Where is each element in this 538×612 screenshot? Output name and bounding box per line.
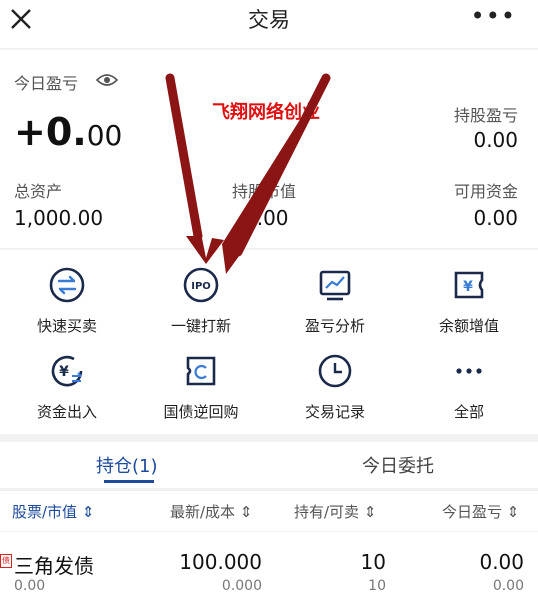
market-value-value: 0.00: [244, 206, 289, 230]
sort-icon: ⇕: [363, 503, 377, 521]
today-pnl-label: 今日盈亏: [14, 74, 79, 93]
action-fund-transfer[interactable]: ¥ 资金出入: [0, 352, 134, 422]
yen-transfer-icon: ¥: [51, 355, 83, 387]
tab-holdings[interactable]: 持仓(1): [96, 452, 158, 478]
position-tabs: 持仓(1) 今日委托: [0, 442, 538, 488]
bond-badge: 债: [0, 554, 12, 568]
today-pnl-value: +0.00: [14, 110, 123, 154]
today-pnl-sub: 0.00: [492, 578, 524, 594]
svg-text:IPO: IPO: [191, 281, 211, 292]
sort-icon: ⇕: [239, 503, 253, 521]
market-value: 0.00: [14, 578, 46, 594]
market-value-label: 持股市值: [232, 182, 297, 201]
column-header-stock[interactable]: 股票/市值 ⇕: [12, 501, 94, 522]
action-balance-growth[interactable]: ¥ 余额增值: [402, 266, 536, 336]
page-title: 交易: [248, 8, 290, 32]
ipo-icon: IPO: [183, 267, 219, 303]
action-trade-records[interactable]: 交易记录: [268, 352, 402, 422]
column-header-today-pnl[interactable]: 今日盈亏 ⇕: [442, 501, 519, 522]
holdings-table-header: 股票/市值 ⇕ 最新/成本 ⇕ 持有/可卖 ⇕ 今日盈亏 ⇕: [0, 490, 538, 531]
action-all[interactable]: 全部: [402, 352, 536, 422]
more-icon: [456, 368, 482, 374]
more-menu-icon[interactable]: •••: [471, 2, 516, 30]
table-row[interactable]: 债 三角发债 0.00 100.000 0.000 10 10 0.00 0.0…: [0, 532, 538, 612]
top-nav: 交易 •••: [0, 0, 538, 48]
chart-icon: [319, 270, 351, 301]
swap-icon: [49, 267, 85, 303]
latest-price: 100.000: [179, 550, 262, 574]
action-quick-trade[interactable]: 快速买卖: [0, 266, 134, 336]
action-label: 国债逆回购: [163, 403, 239, 421]
eye-icon[interactable]: [96, 72, 118, 88]
action-pnl-analysis[interactable]: 盈亏分析: [268, 266, 402, 336]
action-ipo[interactable]: IPO 一键打新: [134, 266, 268, 336]
action-label: 余额增值: [438, 317, 499, 335]
tab-today-orders[interactable]: 今日委托: [362, 452, 434, 478]
action-label: 全部: [453, 403, 484, 421]
action-label: 一键打新: [170, 317, 231, 335]
holding-pnl-value: 0.00: [473, 128, 518, 152]
sort-icon: ⇕: [506, 503, 520, 521]
watermark-text: 飞翔网络创业: [212, 102, 320, 123]
column-header-position[interactable]: 持有/可卖 ⇕: [294, 501, 376, 522]
svg-text:¥: ¥: [463, 279, 473, 295]
sort-icon: ⇕: [81, 503, 95, 521]
column-header-price[interactable]: 最新/成本 ⇕: [170, 501, 252, 522]
hold-quantity: 10: [360, 550, 386, 574]
account-summary: 今日盈亏 +0.00 飞翔网络创业 持股盈亏 0.00 总资产 1,000.00…: [0, 50, 538, 248]
yen-card-icon: ¥: [454, 271, 484, 299]
stock-name: 三角发债: [14, 554, 94, 578]
tab-active-indicator: [104, 480, 154, 483]
action-label: 快速买卖: [36, 317, 97, 335]
total-assets-label: 总资产: [14, 182, 63, 201]
today-pnl-cell: 0.00: [479, 550, 524, 574]
action-label: 资金出入: [36, 403, 97, 421]
clock-icon: [318, 354, 352, 388]
action-grid: 快速买卖 IPO 一键打新 盈亏分析 ¥ 余额增值 ¥ 资金出入 国债逆回购 交…: [0, 250, 538, 434]
action-reverse-repo[interactable]: 国债逆回购: [134, 352, 268, 422]
svg-text:¥: ¥: [59, 364, 69, 380]
sellable-quantity: 10: [368, 578, 386, 594]
holding-pnl-label: 持股盈亏: [453, 106, 518, 125]
total-assets-value: 1,000.00: [14, 206, 104, 230]
action-label: 盈亏分析: [304, 317, 365, 335]
cost-price: 0.000: [221, 578, 262, 594]
action-label: 交易记录: [304, 403, 365, 421]
available-funds-label: 可用资金: [453, 182, 518, 201]
available-funds-value: 0.00: [473, 206, 518, 230]
reverse-repo-icon: [186, 356, 216, 386]
